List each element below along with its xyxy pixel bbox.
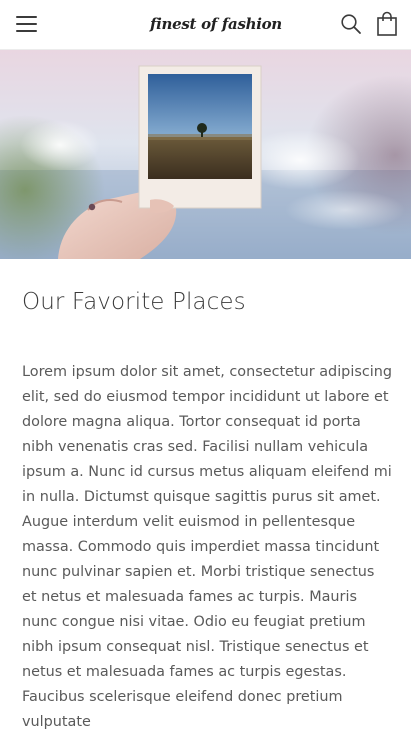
page-title: Our Favorite Places [22,289,246,315]
shopping-bag-icon[interactable] [376,11,398,37]
hamburger-menu-icon[interactable] [16,15,37,33]
polaroid-photo-illustration [0,50,411,259]
hero-image [0,50,411,259]
logo-text: finest of fashion [150,15,282,33]
article-body: Lorem ipsum dolor sit amet, consectetur … [22,364,392,730]
search-icon[interactable] [340,13,362,35]
site-header: finest of fashion [0,0,411,50]
site-logo[interactable]: finest of fashion [150,10,282,38]
